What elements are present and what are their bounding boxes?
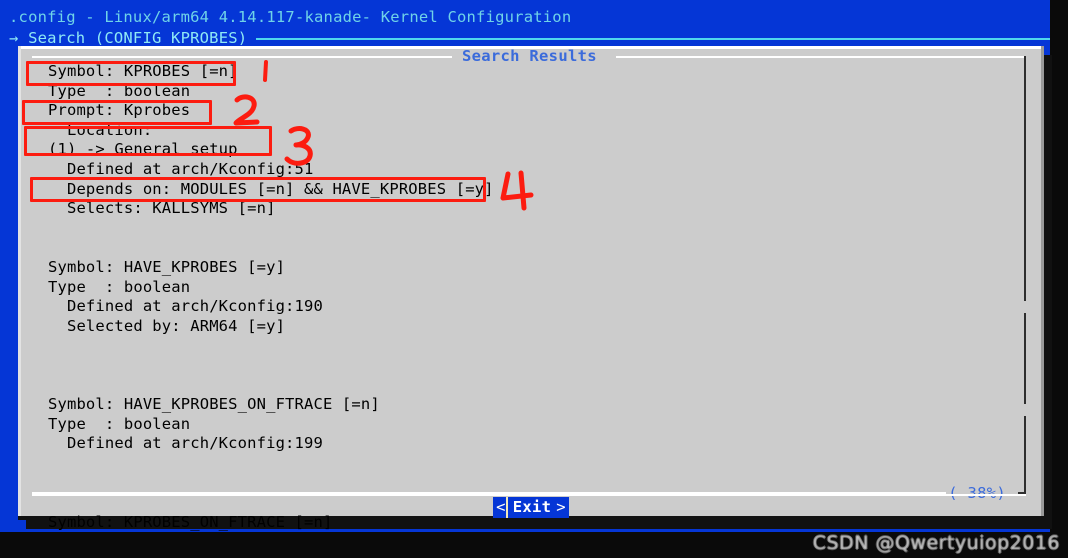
result-line: [48, 356, 998, 376]
result-line: [48, 336, 998, 356]
result-line: Defined at arch/Kconfig:51: [48, 159, 314, 178]
scrollbar-gap-1[interactable]: [1024, 301, 1026, 313]
result-line: Defined at arch/Kconfig:190: [48, 297, 323, 316]
result-line: [48, 238, 998, 258]
dialog-button-row: < Exit >: [18, 496, 1044, 518]
result-line: Symbol: HAVE_KPROBES [=y]: [48, 257, 286, 276]
result-line: [48, 219, 998, 239]
breadcrumb-label: → Search (CONFIG_KPROBES): [9, 29, 248, 47]
frame-rule-top-right: [616, 56, 1026, 58]
result-line: Type : boolean: [48, 81, 191, 100]
result-line: [48, 376, 998, 396]
result-line: Prompt: Kprobes: [48, 101, 191, 120]
result-line: Defined at arch/Kconfig:199: [48, 434, 323, 453]
breadcrumb: → Search (CONFIG_KPROBES): [0, 28, 1050, 48]
exit-bracket-left: <: [496, 497, 506, 516]
scrollbar-gap-2[interactable]: [1024, 404, 1026, 416]
watermark: CSDN @Qwertyuiop2016: [812, 532, 1060, 554]
breadcrumb-rule: [256, 38, 1050, 40]
terminal-screen: .config - Linux/arm64 4.14.117-kanade- K…: [0, 0, 1068, 558]
result-line: Location:: [48, 120, 153, 139]
search-results-dialog: Search Results ( 38%) Symbol: KPROBES [=…: [18, 46, 1044, 531]
result-line: Selects: KALLSYMS [=n]: [48, 199, 276, 218]
result-line: Selected by: ARM64 [=y]: [48, 316, 286, 335]
dialog-bevel-left: [18, 46, 21, 520]
result-line: [48, 473, 998, 493]
result-line: Depends on: MODULES [=n] && HAVE_KPROBES…: [48, 179, 494, 198]
page-title: .config - Linux/arm64 4.14.117-kanade- K…: [9, 8, 572, 26]
result-line: (1) -> General setup: [48, 140, 238, 159]
results-frame: Search Results ( 38%) Symbol: KPROBES [=…: [32, 47, 1026, 531]
exit-bracket-right: >: [556, 497, 566, 516]
exit-button[interactable]: < Exit >: [493, 496, 569, 518]
dialog-bevel-right: [1041, 46, 1044, 520]
frame-rule-right: [1024, 56, 1026, 494]
result-line: Symbol: KPROBES [=n]: [48, 62, 238, 80]
exit-button-label: Exit: [505, 496, 557, 518]
result-line: Type : boolean: [48, 414, 191, 433]
frame-rule-top-left: [32, 56, 452, 58]
result-line: Type : boolean: [48, 277, 191, 296]
result-line: Symbol: HAVE_KPROBES_ON_FTRACE [=n]: [48, 395, 380, 414]
search-results-text[interactable]: Symbol: KPROBES [=n] Type : boolean Prompt…: [48, 62, 998, 532]
result-line: [48, 454, 998, 474]
